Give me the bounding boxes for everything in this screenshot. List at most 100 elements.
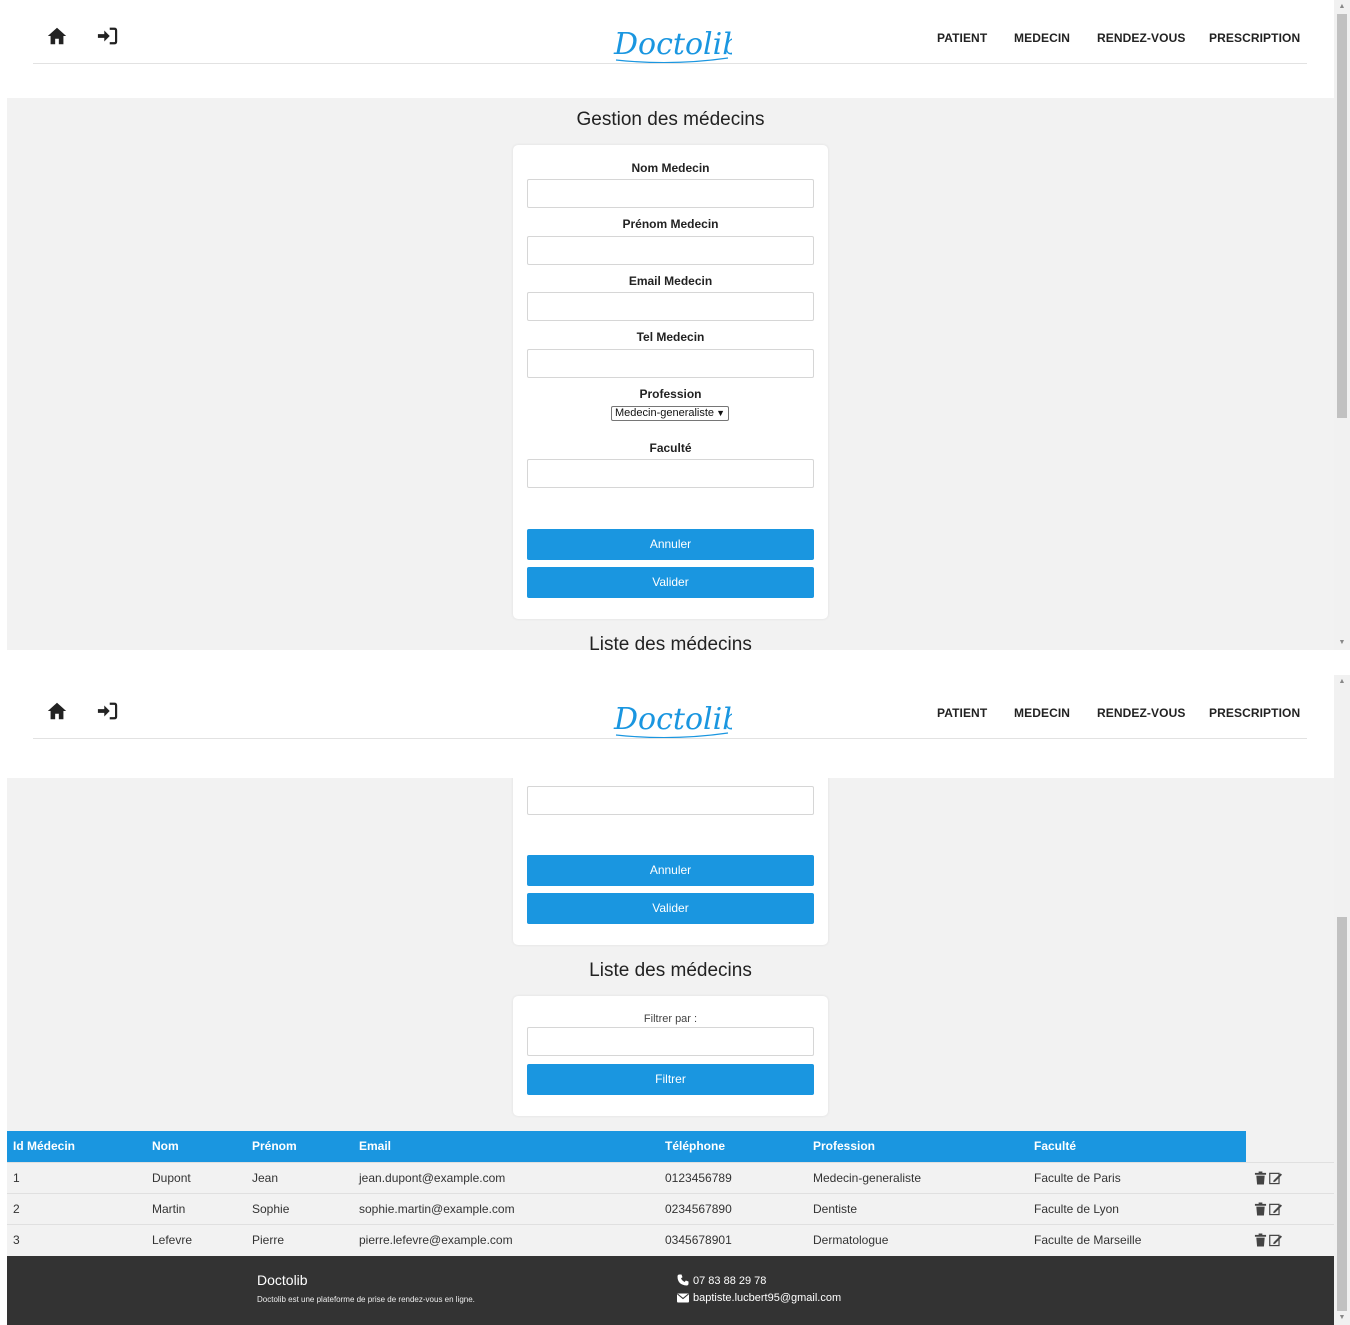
nav-medecin[interactable]: MEDECIN: [1014, 31, 1070, 45]
nav-patient[interactable]: PATIENT: [937, 706, 987, 720]
svg-text:Doctolib: Doctolib: [613, 702, 732, 737]
label-profession: Profession: [639, 387, 702, 401]
doctolib-logo[interactable]: Doctolib: [612, 20, 732, 64]
submit-button[interactable]: Valider: [527, 567, 814, 598]
col-telephone[interactable]: Téléphone: [659, 1131, 807, 1162]
cell-profession: Dermatologue: [807, 1223, 1028, 1255]
nav-medecin[interactable]: MEDECIN: [1014, 706, 1070, 720]
cell-prenom: Pierre: [246, 1223, 353, 1255]
page-title: Gestion des médecins: [576, 109, 765, 130]
label-tel: Tel Medecin: [636, 330, 705, 344]
list-title: Liste des médecins: [589, 960, 752, 981]
phone-icon: [677, 1274, 689, 1286]
nav-prescription[interactable]: PRESCRIPTION: [1209, 706, 1300, 720]
cancel-button[interactable]: Annuler: [527, 529, 814, 560]
cell-email: jean.dupont@example.com: [353, 1161, 659, 1193]
col-faculte[interactable]: Faculté: [1028, 1131, 1246, 1162]
col-id[interactable]: Id Médecin: [7, 1131, 146, 1162]
scroll-down-icon[interactable]: ▼: [1334, 636, 1350, 650]
profession-select[interactable]: Medecin-generaliste ▼: [611, 406, 729, 421]
chevron-down-icon: ▼: [716, 408, 725, 418]
doctolib-logo[interactable]: Doctolib: [612, 695, 732, 739]
scroll-up-icon[interactable]: ▲: [1334, 0, 1350, 14]
doctors-table: Id Médecin Nom Prénom Email Téléphone Pr…: [7, 1131, 1334, 1255]
edit-icon[interactable]: [1269, 1202, 1282, 1216]
scrollbar[interactable]: ▲ ▼: [1334, 675, 1350, 1325]
login-icon[interactable]: [96, 26, 118, 46]
submit-button[interactable]: Valider: [527, 893, 814, 924]
home-icon[interactable]: [46, 700, 68, 722]
label-prenom: Prénom Medecin: [622, 217, 719, 231]
prenom-input[interactable]: [527, 236, 814, 265]
col-profession[interactable]: Profession: [807, 1131, 1028, 1162]
label-nom: Nom Medecin: [631, 161, 710, 175]
cell-profession: Dentiste: [807, 1192, 1028, 1224]
cell-id: 1: [7, 1161, 146, 1193]
col-prenom[interactable]: Prénom: [246, 1131, 353, 1162]
edit-icon[interactable]: [1269, 1233, 1282, 1247]
footer-email[interactable]: baptiste.lucbert95@gmail.com: [677, 1292, 841, 1304]
scroll-up-icon[interactable]: ▲: [1334, 675, 1350, 689]
nav-rendez-vous[interactable]: RENDEZ-VOUS: [1097, 706, 1185, 720]
footer-phone[interactable]: 07 83 88 29 78: [677, 1274, 766, 1287]
cancel-button[interactable]: Annuler: [527, 855, 814, 886]
nav-rendez-vous[interactable]: RENDEZ-VOUS: [1097, 31, 1185, 45]
table-row: 2 Martin Sophie sophie.martin@example.co…: [7, 1192, 1334, 1224]
main-content: Annuler Valider Liste des médecins Filtr…: [7, 778, 1334, 1256]
label-email: Email Medecin: [628, 274, 713, 288]
cell-email: pierre.lefevre@example.com: [353, 1223, 659, 1255]
cell-telephone: 0345678901: [659, 1223, 807, 1255]
scroll-down-icon[interactable]: ▼: [1334, 1311, 1350, 1325]
faculte-input[interactable]: [527, 459, 814, 488]
list-title: Liste des médecins: [589, 634, 752, 650]
email-input[interactable]: [527, 292, 814, 321]
footer-description: Doctolib est une plateforme de prise de …: [257, 1295, 475, 1304]
filter-label: Filtrer par :: [643, 1013, 698, 1025]
nav-prescription[interactable]: PRESCRIPTION: [1209, 31, 1300, 45]
login-icon[interactable]: [96, 701, 118, 721]
footer-title: Doctolib: [257, 1272, 308, 1288]
table-row: 3 Lefevre Pierre pierre.lefevre@example.…: [7, 1223, 1334, 1255]
col-email[interactable]: Email: [353, 1131, 659, 1162]
trash-icon[interactable]: [1254, 1233, 1267, 1247]
tel-input[interactable]: [527, 349, 814, 378]
cell-actions: [1246, 1192, 1334, 1224]
viewport-bottom: Doctolib PATIENT MEDECIN RENDEZ-VOUS PRE…: [0, 675, 1350, 1325]
site-header: Doctolib PATIENT MEDECIN RENDEZ-VOUS PRE…: [0, 675, 1334, 778]
cell-faculte: Faculte de Lyon: [1028, 1192, 1246, 1224]
cell-nom: Lefevre: [146, 1223, 246, 1255]
filter-input[interactable]: [527, 1027, 814, 1056]
header-divider: [33, 63, 1307, 64]
nom-input[interactable]: [527, 179, 814, 208]
edit-icon[interactable]: [1269, 1171, 1282, 1185]
site-footer: Doctolib Doctolib est une plateforme de …: [7, 1256, 1334, 1325]
cell-telephone: 0234567890: [659, 1192, 807, 1224]
table-header-row: Id Médecin Nom Prénom Email Téléphone Pr…: [7, 1131, 1334, 1162]
cell-prenom: Sophie: [246, 1192, 353, 1224]
cell-id: 2: [7, 1192, 146, 1224]
cell-telephone: 0123456789: [659, 1161, 807, 1193]
svg-text:Doctolib: Doctolib: [613, 27, 732, 62]
col-nom[interactable]: Nom: [146, 1131, 246, 1162]
label-faculte: Faculté: [649, 441, 692, 455]
doctor-form-card: Nom Medecin Prénom Medecin Email Medecin…: [513, 145, 828, 619]
faculte-input[interactable]: [527, 786, 814, 815]
nav-patient[interactable]: PATIENT: [937, 31, 987, 45]
cell-profession: Medecin-generaliste: [807, 1161, 1028, 1193]
header-divider: [33, 738, 1307, 739]
col-actions: [1246, 1131, 1334, 1162]
trash-icon[interactable]: [1254, 1171, 1267, 1185]
cell-actions: [1246, 1161, 1334, 1193]
scrollbar-thumb[interactable]: [1337, 14, 1347, 418]
cell-actions: [1246, 1223, 1334, 1255]
filter-card: Filtrer par : Filtrer: [513, 996, 828, 1116]
site-header: Doctolib PATIENT MEDECIN RENDEZ-VOUS PRE…: [0, 0, 1334, 98]
scrollbar-thumb[interactable]: [1337, 917, 1347, 1311]
filter-button[interactable]: Filtrer: [527, 1064, 814, 1095]
viewport-top: Doctolib PATIENT MEDECIN RENDEZ-VOUS PRE…: [0, 0, 1350, 650]
scrollbar[interactable]: ▲ ▼: [1334, 0, 1350, 650]
cell-nom: Dupont: [146, 1161, 246, 1193]
home-icon[interactable]: [46, 25, 68, 47]
cell-faculte: Faculte de Marseille: [1028, 1223, 1246, 1255]
trash-icon[interactable]: [1254, 1202, 1267, 1216]
